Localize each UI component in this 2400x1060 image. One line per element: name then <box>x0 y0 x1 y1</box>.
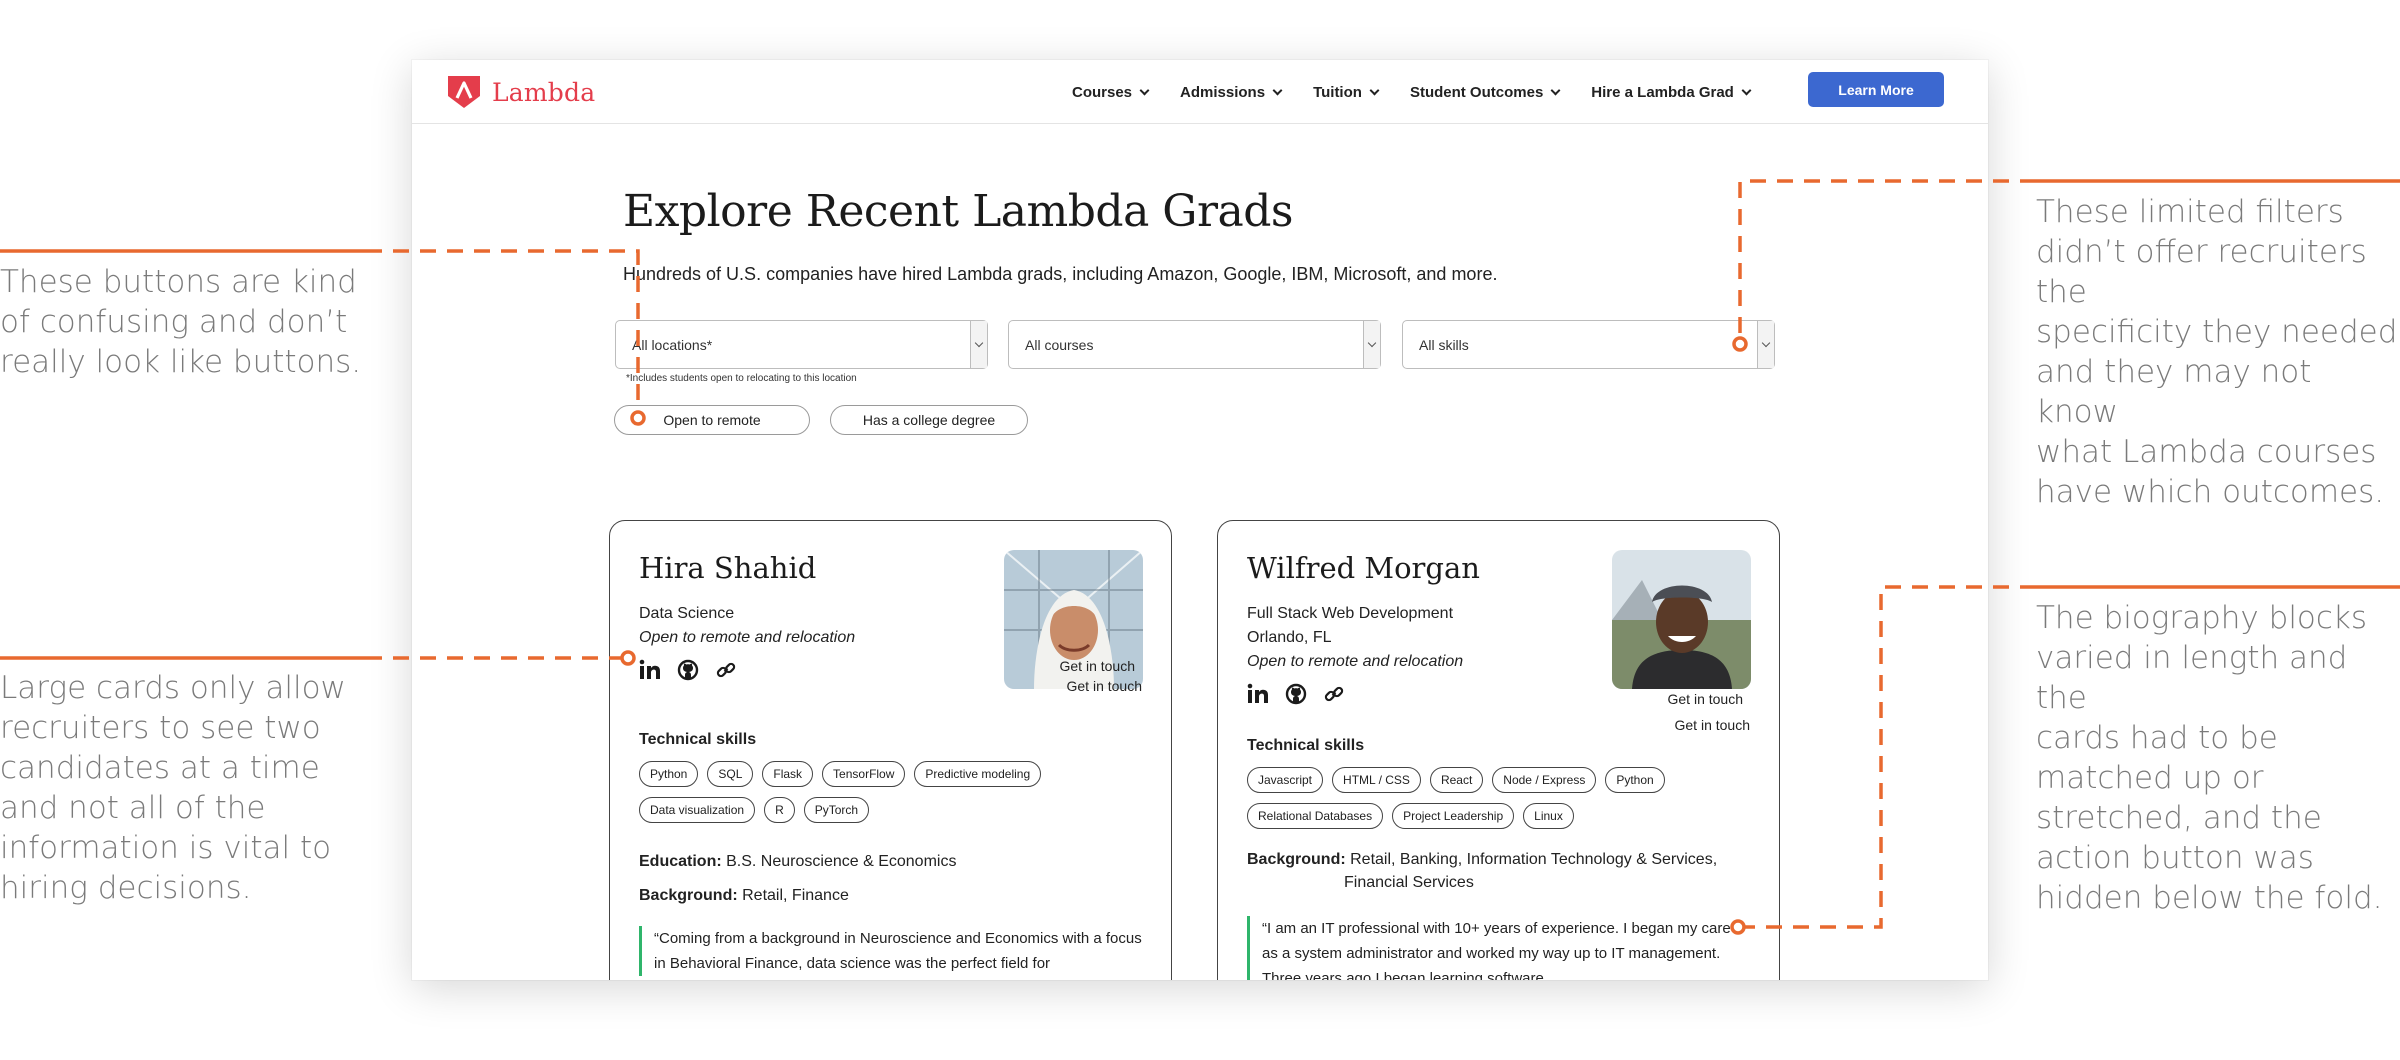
background-line-continued: Financial Services <box>1344 874 1474 891</box>
grad-photo <box>1612 550 1751 689</box>
page-title: Explore Recent Lambda Grads <box>623 186 1293 237</box>
location-note: *Includes students open to relocating to… <box>626 373 857 384</box>
background-label: Background: <box>639 887 738 904</box>
select-caret <box>1363 321 1380 368</box>
chevron-down-icon <box>1761 338 1771 347</box>
education-value: B.S. Neuroscience & Economics <box>726 853 957 870</box>
learn-more-button[interactable]: Learn More <box>1808 72 1944 107</box>
background-line: Background: Retail, Banking, Information… <box>1247 851 1717 869</box>
grad-name: Hira Shahid <box>639 551 817 585</box>
grad-track: Full Stack Web Development <box>1247 605 1454 622</box>
skill-tag: Javascript <box>1247 767 1324 793</box>
skills-heading: Technical skills <box>639 731 757 748</box>
get-in-touch-link[interactable]: Get in touch <box>1675 717 1751 733</box>
chevron-down-icon <box>1139 85 1150 95</box>
background-value: Retail, Banking, Information Technology … <box>1350 851 1718 868</box>
skill-tag: Python <box>1605 767 1665 793</box>
chevron-down-icon <box>1741 85 1752 95</box>
skill-tag: SQL <box>707 761 754 787</box>
annotation-buttons-note: These buttons are kind of confusing and … <box>0 264 362 380</box>
skill-tags: Python SQL Flask TensorFlow Predictive m… <box>639 761 1079 833</box>
grad-name: Wilfred Morgan <box>1247 551 1480 585</box>
top-navigation: Lambda Courses Admissions Tuition Studen… <box>412 60 1988 124</box>
background-value: Retail, Finance <box>742 887 849 904</box>
skill-tag: Linux <box>1523 803 1574 829</box>
page-subtitle: Hundreds of U.S. companies have hired La… <box>623 264 1498 284</box>
grad-track: Data Science <box>639 605 735 622</box>
skill-tag: PyTorch <box>803 797 870 823</box>
education-label: Education: <box>639 853 722 870</box>
select-caret <box>1757 321 1774 368</box>
nav-item-hire-a-grad[interactable]: Hire a Lambda Grad <box>1591 83 1752 101</box>
lambda-logo[interactable]: Lambda <box>446 74 595 110</box>
skill-tag: TensorFlow <box>822 761 906 787</box>
skill-tag: React <box>1429 767 1484 793</box>
nav-item-label: Tuition <box>1313 83 1362 101</box>
skill-tag: R <box>764 797 795 823</box>
open-to-remote-toggle[interactable]: Open to remote <box>614 405 810 435</box>
github-icon[interactable] <box>677 659 699 681</box>
grad-availability: Open to remote and relocation <box>1247 653 1464 670</box>
skill-tag: Python <box>639 761 699 787</box>
annotation-filters-note: These limited filters didn’t offer recru… <box>2036 194 2398 510</box>
chevron-down-icon <box>1369 85 1380 95</box>
social-links <box>639 659 753 681</box>
nav-item-label: Courses <box>1072 83 1133 101</box>
lambda-shield-icon <box>448 76 480 108</box>
nav-item-student-outcomes[interactable]: Student Outcomes <box>1409 83 1561 101</box>
location-select[interactable]: All locations* <box>615 320 988 369</box>
bio-quote: “Coming from a background in Neuroscienc… <box>639 926 1144 976</box>
skill-tag: Relational Databases <box>1247 803 1384 829</box>
grad-card: Hira Shahid Data Science Open to remote … <box>609 520 1172 980</box>
nav-menu: Courses Admissions Tuition Student Outco… <box>1072 60 1782 124</box>
background-line: Background: Retail, Finance <box>639 887 849 905</box>
skill-tag: Predictive modeling <box>914 761 1042 787</box>
bio-quote: “I am an IT professional with 10+ years … <box>1247 916 1752 980</box>
logo-text: Lambda <box>492 77 596 107</box>
courses-select-value: All courses <box>1025 336 1094 353</box>
github-icon[interactable] <box>1285 683 1307 705</box>
link-icon[interactable] <box>715 659 737 681</box>
get-in-touch-link[interactable]: Get in touch <box>1668 691 1744 707</box>
skills-select[interactable]: All skills <box>1402 320 1775 369</box>
nav-item-label: Student Outcomes <box>1409 83 1544 101</box>
nav-item-courses[interactable]: Courses <box>1072 83 1150 101</box>
annotation-cards-note: Large cards only allow recruiters to see… <box>0 670 346 906</box>
skill-tag: Data visualization <box>639 797 756 823</box>
skill-tag: HTML / CSS <box>1332 767 1421 793</box>
courses-select[interactable]: All courses <box>1008 320 1381 369</box>
skill-tag: Node / Express <box>1492 767 1597 793</box>
chevron-down-icon <box>1367 338 1377 347</box>
skill-tag: Project Leadership <box>1392 803 1515 829</box>
website-screenshot: Lambda Courses Admissions Tuition Studen… <box>412 60 1988 980</box>
linkedin-icon[interactable] <box>639 659 661 681</box>
background-label: Background: <box>1247 851 1346 868</box>
select-caret <box>970 321 987 368</box>
skill-tags: Javascript HTML / CSS React Node / Expre… <box>1247 767 1727 839</box>
grad-location: Orlando, FL <box>1247 629 1332 646</box>
skills-heading: Technical skills <box>1247 737 1365 754</box>
nav-item-label: Admissions <box>1180 83 1266 101</box>
get-in-touch-link[interactable]: Get in touch <box>1060 658 1136 674</box>
chevron-down-icon <box>1550 85 1561 95</box>
chevron-down-icon <box>974 338 984 347</box>
nav-item-tuition[interactable]: Tuition <box>1313 83 1380 101</box>
nav-item-label: Hire a Lambda Grad <box>1591 83 1734 101</box>
skills-select-value: All skills <box>1419 336 1469 353</box>
annotation-biography-note: The biography blocks varied in length an… <box>2036 600 2383 916</box>
location-select-value: All locations* <box>632 336 713 353</box>
link-icon[interactable] <box>1323 683 1345 705</box>
linkedin-icon[interactable] <box>1247 683 1269 705</box>
social-links <box>1247 683 1361 705</box>
grad-availability: Open to remote and relocation <box>639 629 856 646</box>
chevron-down-icon <box>1272 85 1283 95</box>
skill-tag: Flask <box>762 761 814 787</box>
get-in-touch-link[interactable]: Get in touch <box>1067 678 1143 694</box>
grad-card: Wilfred Morgan Full Stack Web Developmen… <box>1217 520 1780 980</box>
college-degree-toggle[interactable]: Has a college degree <box>830 405 1028 435</box>
education-line: Education: B.S. Neuroscience & Economics <box>639 853 956 871</box>
nav-item-admissions[interactable]: Admissions <box>1180 83 1283 101</box>
